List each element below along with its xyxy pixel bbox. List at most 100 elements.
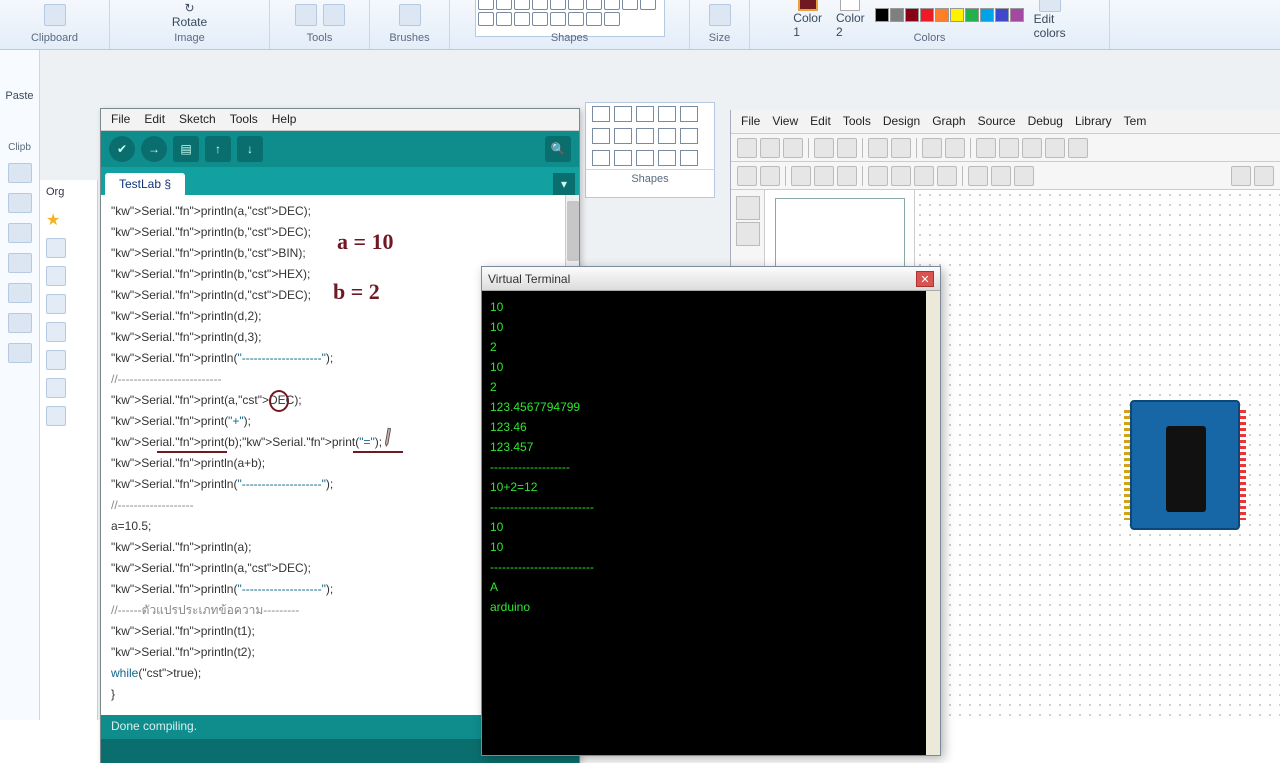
tool-icon[interactable] <box>737 138 757 158</box>
tool-icon[interactable] <box>814 138 834 158</box>
sidebar-icon[interactable] <box>8 193 32 213</box>
pmenu-debug[interactable]: Debug <box>1028 114 1063 129</box>
terminal-output[interactable]: 10 10 2 10 2 123.4567794799 123.46 123.4… <box>482 291 940 755</box>
sidebar-icon[interactable] <box>8 343 32 363</box>
tool-icon[interactable] <box>914 166 934 186</box>
sidebar-icon[interactable] <box>8 163 32 183</box>
folder-icon[interactable] <box>46 322 66 342</box>
edit-colors-button[interactable]: Edit colors <box>1030 0 1070 40</box>
menu-tools[interactable]: Tools <box>230 112 258 127</box>
sketch-tab[interactable]: TestLab § <box>105 173 185 195</box>
tool-icon[interactable] <box>1068 138 1088 158</box>
tool-icon[interactable] <box>837 166 857 186</box>
save-button[interactable]: ↓ <box>237 136 263 162</box>
tool-icon[interactable] <box>1254 166 1274 186</box>
paint-ribbon: Clipboard ↻Rotate Image Tools Brushes Sh… <box>0 0 1280 50</box>
terminal-title: Virtual Terminal <box>488 272 570 286</box>
verify-button[interactable]: ✔ <box>109 136 135 162</box>
folder-icon[interactable] <box>46 406 66 426</box>
tool-icon[interactable] <box>1022 138 1042 158</box>
pmenu-file[interactable]: File <box>741 114 760 129</box>
terminal-text: 10 10 2 10 2 123.4567794799 123.46 123.4… <box>490 297 932 617</box>
tool-icon[interactable] <box>737 166 757 186</box>
tool-icon[interactable] <box>891 138 911 158</box>
tool-icon[interactable] <box>991 166 1011 186</box>
arduino-menu-bar: File Edit Sketch Tools Help <box>101 109 579 131</box>
pmenu-source[interactable]: Source <box>978 114 1016 129</box>
size-icon[interactable] <box>709 4 731 26</box>
menu-sketch[interactable]: Sketch <box>179 112 216 127</box>
pmenu-tem[interactable]: Tem <box>1124 114 1147 129</box>
eraser-tool-icon[interactable] <box>323 4 345 26</box>
pmenu-edit[interactable]: Edit <box>810 114 831 129</box>
folder-icon[interactable] <box>46 378 66 398</box>
tool-icon[interactable] <box>968 166 988 186</box>
tool-icon[interactable] <box>868 166 888 186</box>
tool-icon[interactable] <box>937 166 957 186</box>
pmenu-view[interactable]: View <box>772 114 798 129</box>
folder-icon[interactable] <box>46 266 66 286</box>
sidebar-icon[interactable] <box>8 283 32 303</box>
open-button[interactable]: ↑ <box>205 136 231 162</box>
explorer-column: Org ★ <box>40 180 98 720</box>
folder-icon[interactable] <box>46 294 66 314</box>
shapes-group-label: Shapes <box>551 32 588 44</box>
folder-icon[interactable] <box>46 238 66 258</box>
close-icon[interactable]: ✕ <box>916 271 934 287</box>
pmenu-design[interactable]: Design <box>883 114 920 129</box>
tool-icon[interactable] <box>837 138 857 158</box>
paste-button[interactable] <box>40 4 70 26</box>
tool-icon[interactable] <box>976 138 996 158</box>
menu-help[interactable]: Help <box>272 112 297 127</box>
tool-icon[interactable] <box>783 138 803 158</box>
arduino-toolbar: ✔ → ▤ ↑ ↓ 🔍 <box>101 131 579 167</box>
tool-icon[interactable] <box>791 166 811 186</box>
tool-icon[interactable] <box>760 138 780 158</box>
tool-icon[interactable] <box>1045 138 1065 158</box>
arduino-tabs: TestLab § ▾ <box>101 167 579 195</box>
arduino-board-component[interactable] <box>1130 400 1240 530</box>
code-line: "kw">Serial."fn">println(b,"cst">DEC); <box>111 222 569 243</box>
pencil-tool-icon[interactable] <box>295 4 317 26</box>
favorites-star-icon[interactable]: ★ <box>46 210 91 230</box>
upload-button[interactable]: → <box>141 136 167 162</box>
tool-icon[interactable] <box>891 166 911 186</box>
rotate-button[interactable]: ↻Rotate <box>168 1 211 29</box>
tool-icon[interactable] <box>1231 166 1251 186</box>
sidebar-icon[interactable] <box>8 223 32 243</box>
tool-icon[interactable] <box>814 166 834 186</box>
tab-dropdown-icon[interactable]: ▾ <box>553 173 575 195</box>
terminal-titlebar[interactable]: Virtual Terminal ✕ <box>482 267 940 291</box>
new-button[interactable]: ▤ <box>173 136 199 162</box>
serial-monitor-button[interactable]: 🔍 <box>545 136 571 162</box>
colors-group-label: Colors <box>914 32 946 44</box>
color-palette[interactable] <box>875 8 1024 22</box>
organize-label[interactable]: Org <box>40 180 97 204</box>
menu-edit[interactable]: Edit <box>144 112 165 127</box>
sidebar-icon[interactable] <box>8 313 32 333</box>
color1-button[interactable]: Color 1 <box>789 0 826 39</box>
terminal-scrollbar[interactable] <box>926 291 940 755</box>
proteus-toolbar-1 <box>731 134 1280 162</box>
tool-icon[interactable] <box>1014 166 1034 186</box>
tool-icon[interactable] <box>999 138 1019 158</box>
tool-icon[interactable] <box>868 138 888 158</box>
proteus-toolbar-2 <box>731 162 1280 190</box>
refresh-icon[interactable] <box>736 222 760 246</box>
paste-label[interactable]: Paste <box>4 90 35 102</box>
code-line: "kw">Serial."fn">println(b,"cst">BIN); <box>111 243 569 264</box>
pmenu-library[interactable]: Library <box>1075 114 1112 129</box>
folder-icon[interactable] <box>46 350 66 370</box>
proteus-canvas[interactable] <box>915 190 1280 720</box>
tool-icon[interactable] <box>922 138 942 158</box>
pmenu-tools[interactable]: Tools <box>843 114 871 129</box>
pmenu-graph[interactable]: Graph <box>932 114 965 129</box>
color2-button[interactable]: Color 2 <box>832 0 869 39</box>
sidebar-icon[interactable] <box>8 253 32 273</box>
brushes-icon[interactable] <box>399 4 421 26</box>
tool-icon[interactable] <box>945 138 965 158</box>
menu-file[interactable]: File <box>111 112 130 127</box>
brushes-label: Brushes <box>389 32 429 44</box>
pointer-tool-icon[interactable] <box>736 196 760 220</box>
tool-icon[interactable] <box>760 166 780 186</box>
